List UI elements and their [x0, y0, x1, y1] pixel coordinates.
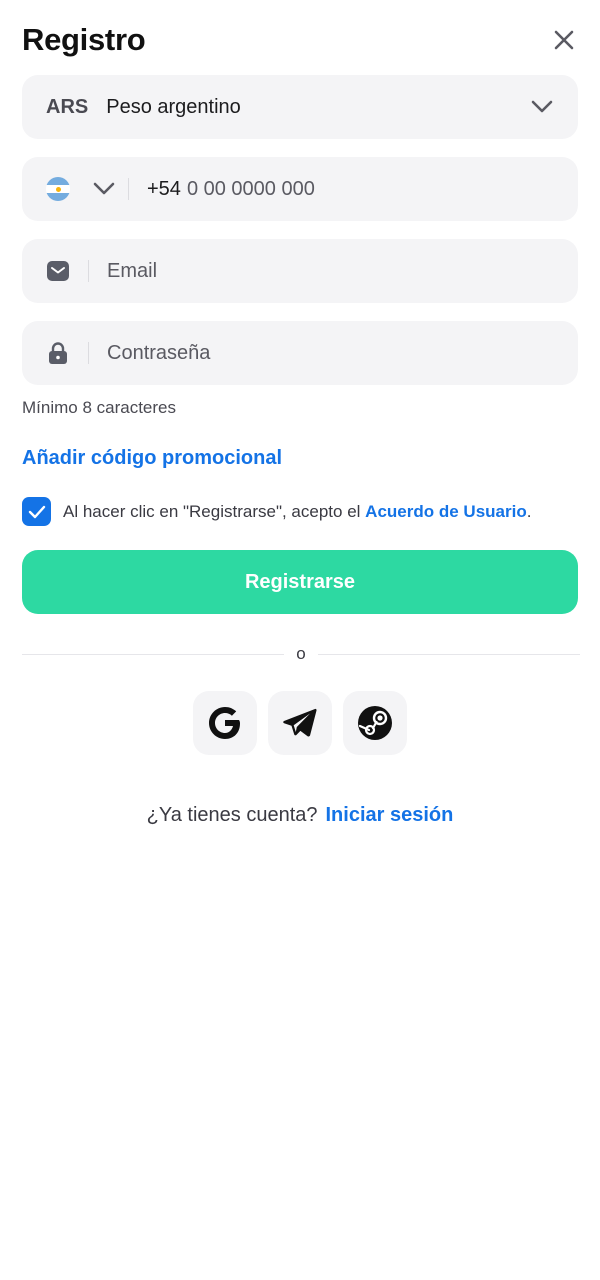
field-divider [88, 342, 89, 364]
user-agreement-link[interactable]: Acuerdo de Usuario [365, 502, 527, 521]
google-icon [209, 707, 240, 739]
divider-line [22, 653, 285, 655]
password-hint: Mínimo 8 caracteres [22, 398, 176, 417]
phone-prefix: +54 [147, 177, 181, 200]
steam-icon [358, 706, 392, 740]
divider-line [317, 653, 580, 655]
or-divider: o [22, 642, 580, 666]
checkmark-icon [28, 505, 45, 518]
login-link[interactable]: Iniciar sesión [326, 804, 454, 826]
steam-login-button[interactable] [343, 691, 407, 755]
agreement-checkbox[interactable] [22, 497, 51, 526]
add-promo-code-link[interactable]: Añadir código promocional [22, 447, 282, 470]
password-input[interactable] [107, 341, 554, 365]
phone-field: +54 [22, 157, 578, 221]
close-icon [554, 30, 574, 50]
lock-icon [46, 341, 70, 365]
telegram-icon [283, 708, 317, 737]
page-title: Registro [22, 22, 146, 57]
login-prompt: ¿Ya tienes cuenta? [146, 804, 318, 826]
password-field [22, 321, 578, 385]
email-field [22, 239, 578, 303]
registration-screen: Registro ARS Peso argentino +54 0 00 000… [0, 0, 600, 1280]
agreement-text: Al hacer clic en "Registrarse", acepto e… [63, 502, 531, 522]
argentina-flag-icon [46, 177, 70, 201]
or-label: o [296, 644, 306, 663]
chevron-down-icon [93, 182, 115, 195]
currency-select[interactable]: ARS Peso argentino [22, 75, 578, 139]
telegram-login-button[interactable] [268, 691, 332, 755]
agreement-row: Al hacer clic en "Registrarse", acepto e… [22, 497, 582, 526]
header: Registro [22, 14, 578, 66]
agreement-suffix: . [526, 501, 532, 521]
mail-icon [46, 259, 70, 283]
social-login-row [193, 691, 407, 755]
email-input[interactable] [107, 259, 554, 283]
phone-input[interactable] [186, 177, 554, 201]
field-divider [128, 178, 129, 200]
country-dropdown-button[interactable] [92, 177, 116, 201]
register-button[interactable]: Registrarse [22, 550, 578, 614]
agreement-text-body: Al hacer clic en "Registrarse", acepto e… [63, 501, 361, 521]
google-login-button[interactable] [193, 691, 257, 755]
login-prompt-row: ¿Ya tienes cuenta? Iniciar sesión [0, 804, 600, 827]
currency-name: Peso argentino [106, 95, 241, 118]
chevron-down-icon [530, 95, 554, 119]
currency-code: ARS [46, 95, 89, 118]
field-divider [88, 260, 89, 282]
close-button[interactable] [546, 22, 582, 58]
